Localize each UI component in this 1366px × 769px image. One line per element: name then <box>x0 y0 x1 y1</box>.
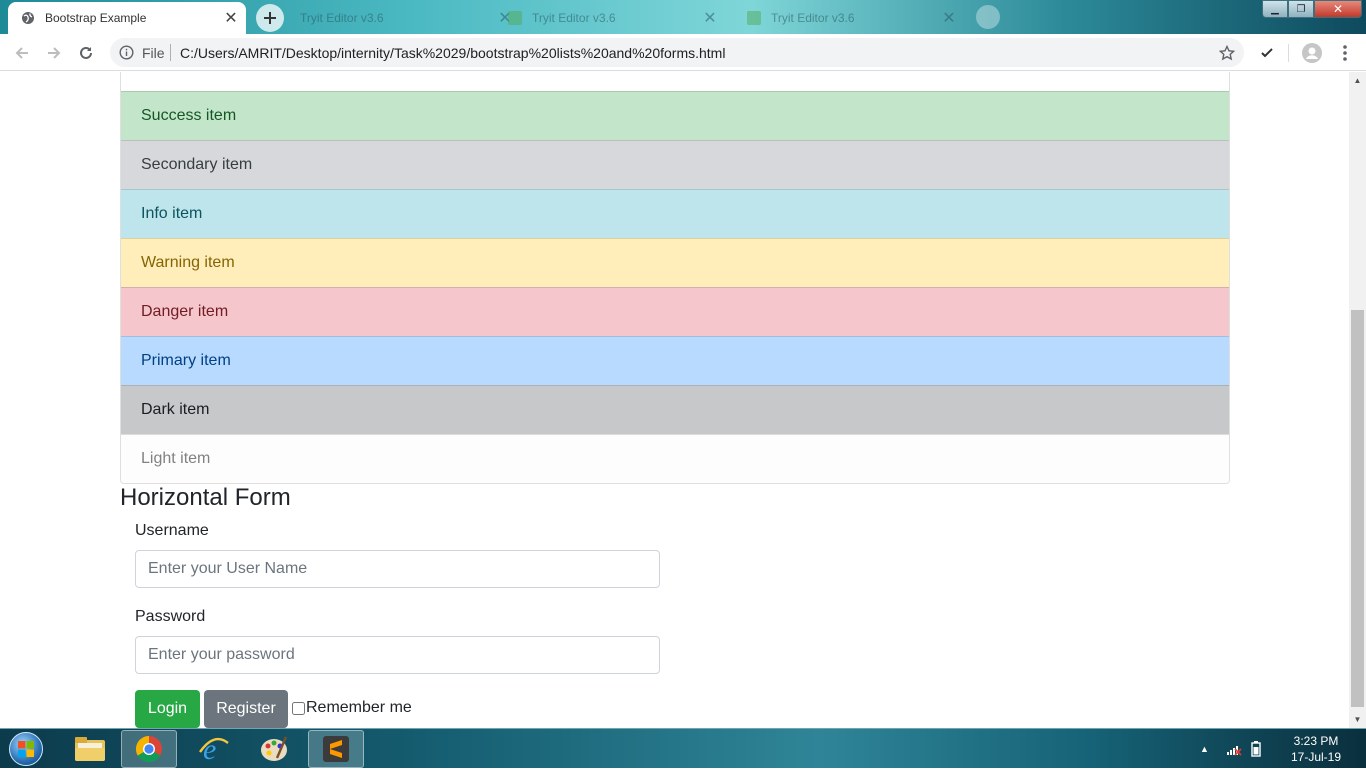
back-button[interactable] <box>9 40 35 66</box>
url-text[interactable]: C:/Users/AMRIT/Desktop/internity/Task%20… <box>180 45 725 61</box>
tryit-favicon-icon <box>508 11 522 25</box>
username-label: Username <box>135 522 209 539</box>
tab-close-icon[interactable]: ✕ <box>699 8 721 28</box>
windows-taskbar: e ▲ 3:23 PM 17-Jul-19 <box>0 728 1366 768</box>
list-item-secondary[interactable]: Secondary item <box>121 140 1229 189</box>
list-item-light[interactable]: Light item <box>121 434 1229 483</box>
list-item-partial <box>121 72 1229 91</box>
tab-title: Tryit Editor v3.6 <box>532 11 616 25</box>
globe-icon <box>21 11 35 25</box>
maximize-button[interactable]: ❐ <box>1288 0 1314 18</box>
taskbar-chrome-button[interactable] <box>121 730 177 768</box>
tray-show-hidden-icon[interactable]: ▲ <box>1200 729 1209 769</box>
scroll-down-arrow-icon[interactable]: ▼ <box>1349 711 1366 728</box>
battery-icon[interactable] <box>1251 729 1261 769</box>
window-close-button[interactable]: ✕ <box>1314 0 1362 18</box>
tab-close-icon[interactable]: ✕ <box>220 8 242 28</box>
list-item-primary[interactable]: Primary item <box>121 336 1229 385</box>
scroll-up-arrow-icon[interactable]: ▲ <box>1349 72 1366 89</box>
password-label: Password <box>135 608 206 625</box>
tab-close-icon[interactable]: ✕ <box>938 8 960 28</box>
login-button[interactable]: Login <box>135 690 200 728</box>
browser-tabstrip: Bootstrap Example ✕ Tryit Editor v3.6 ✕ … <box>0 0 1366 34</box>
tab-title: Tryit Editor v3.6 <box>300 11 384 25</box>
remember-me-label[interactable]: Remember me <box>306 699 412 717</box>
list-item-info[interactable]: Info item <box>121 189 1229 238</box>
windows-logo-icon <box>9 732 43 766</box>
internet-explorer-icon: e <box>199 734 229 764</box>
forward-button[interactable] <box>41 40 67 66</box>
clock-date: 17-Jul-19 <box>1290 750 1342 764</box>
sublime-text-icon <box>323 736 349 762</box>
tryit-favicon-icon <box>747 11 761 25</box>
register-button[interactable]: Register <box>204 690 288 728</box>
page-viewport: Success item Secondary item Info item Wa… <box>0 72 1349 728</box>
file-scheme-label: File <box>142 45 165 61</box>
bookmark-star-icon[interactable] <box>1216 42 1238 64</box>
tab-ghost-2[interactable]: Tryit Editor v3.6 ✕ <box>495 2 725 34</box>
ghost-new-tab-icon <box>976 5 1000 29</box>
list-item-danger[interactable]: Danger item <box>121 287 1229 336</box>
scrollbar-thumb[interactable] <box>1351 310 1364 707</box>
folder-icon <box>75 737 105 761</box>
toolbar-divider <box>1288 44 1289 62</box>
taskbar-sublime-button[interactable] <box>308 730 364 768</box>
username-input[interactable] <box>135 550 660 588</box>
password-input[interactable] <box>135 636 660 674</box>
reload-icon <box>80 46 92 59</box>
list-item-warning[interactable]: Warning item <box>121 238 1229 287</box>
new-tab-button[interactable] <box>256 4 284 32</box>
remember-me-checkbox[interactable] <box>292 701 305 715</box>
list-group: Success item Secondary item Info item Wa… <box>120 72 1230 484</box>
tab-title: Tryit Editor v3.6 <box>771 11 855 25</box>
taskbar-explorer-button[interactable] <box>62 730 118 768</box>
taskbar-paint-button[interactable] <box>246 730 302 768</box>
info-icon[interactable] <box>119 45 134 60</box>
system-clock[interactable]: 3:23 PM 17-Jul-19 <box>1276 733 1356 765</box>
reload-button[interactable] <box>73 40 99 66</box>
chrome-icon <box>135 735 162 763</box>
extension-check-icon[interactable] <box>1255 41 1279 65</box>
menu-kebab-icon[interactable] <box>1333 41 1357 65</box>
form-title: Horizontal Form <box>120 484 291 511</box>
clock-time: 3:23 PM <box>1293 734 1339 748</box>
list-item-success[interactable]: Success item <box>121 91 1229 140</box>
taskbar-ie-button[interactable]: e <box>186 730 242 768</box>
paint-palette-icon <box>261 736 288 761</box>
forward-arrow-icon <box>48 47 61 59</box>
address-divider <box>170 44 171 61</box>
back-arrow-icon <box>15 47 28 59</box>
list-item-dark[interactable]: Dark item <box>121 385 1229 434</box>
profile-avatar-icon[interactable] <box>1300 41 1324 65</box>
address-bar[interactable]: File C:/Users/AMRIT/Desktop/internity/Ta… <box>110 38 1244 67</box>
network-signal-icon[interactable] <box>1226 729 1242 769</box>
remember-me: Remember me <box>291 699 412 717</box>
tab-ghost-1[interactable]: Tryit Editor v3.6 ✕ <box>290 2 520 34</box>
minimize-button[interactable]: ▁ <box>1262 0 1288 18</box>
page-scrollbar[interactable]: ▲ ▼ <box>1349 72 1366 728</box>
tab-title: Bootstrap Example <box>45 11 147 25</box>
tab-ghost-3[interactable]: Tryit Editor v3.6 ✕ <box>734 2 964 34</box>
tab-bootstrap-example[interactable]: Bootstrap Example ✕ <box>8 2 246 34</box>
browser-toolbar: File C:/Users/AMRIT/Desktop/internity/Ta… <box>0 34 1366 71</box>
start-button[interactable] <box>4 730 48 768</box>
